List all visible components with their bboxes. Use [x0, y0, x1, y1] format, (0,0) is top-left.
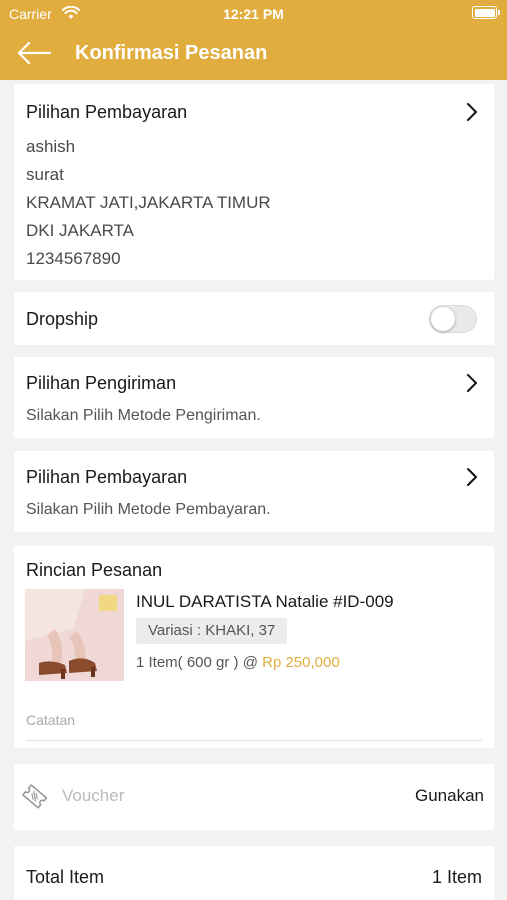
shipping-title: Pilihan Pengiriman [26, 373, 177, 393]
app-header: Carrier 12:21 PM Konfirmasi Pesanan [0, 0, 507, 80]
payment-title: Pilihan Pembayaran [26, 467, 188, 487]
shipping-subtitle: Silakan Pilih Metode Pengiriman. [26, 407, 261, 424]
status-time: 12:21 PM [223, 6, 284, 22]
product-name: INUL DARATISTA Natalie #ID-009 [136, 592, 394, 611]
page-title: Konfirmasi Pesanan [75, 42, 268, 64]
product-image [25, 589, 124, 681]
dropship-toggle[interactable] [429, 305, 477, 333]
status-bar: Carrier 12:21 PM [0, 5, 507, 23]
voucher-input[interactable]: Voucher [62, 786, 124, 806]
apply-voucher-button[interactable]: Gunakan [415, 786, 484, 806]
shoe-illustration [25, 589, 124, 681]
chevron-right-icon [467, 374, 477, 392]
address-phone: 1234567890 [26, 249, 121, 268]
order-detail-title: Rincian Pesanan [26, 560, 163, 580]
payment-subtitle: Silakan Pilih Metode Pembayaran. [26, 501, 271, 518]
total-item-value: 1 Item [431, 867, 482, 887]
note-input[interactable]: Catatan [26, 712, 75, 728]
voucher-card: Voucher Gunakan [14, 764, 494, 830]
quantity-text: 1 Item( 600 gr ) @ [136, 654, 258, 671]
product-variant-badge: Variasi : KHAKI, 37 [136, 618, 288, 644]
address-name: ashish [26, 137, 76, 156]
total-item-label: Total Item [26, 867, 105, 887]
product-price: Rp 250,000 [262, 654, 340, 671]
address-province: DKI JAKARTA [26, 221, 135, 240]
summary-card: Total Item 1 Item [14, 846, 494, 900]
toggle-knob [431, 307, 455, 331]
shipping-card[interactable]: Pilihan Pengiriman Silakan Pilih Metode … [14, 357, 494, 438]
chevron-right-icon [467, 468, 477, 486]
address-card-title: Pilihan Pembayaran [26, 102, 188, 122]
dropship-card: Dropship [14, 292, 494, 345]
address-card[interactable]: Pilihan Pembayaran ashish surat KRAMAT J… [14, 84, 494, 280]
note-underline [26, 740, 482, 741]
address-city: surat [26, 165, 64, 184]
payment-card[interactable]: Pilihan Pembayaran Silakan Pilih Metode … [14, 451, 494, 532]
chevron-right-icon [467, 103, 477, 121]
product-quantity: 1 Item( 600 gr ) @ Rp 250,000 [136, 654, 340, 671]
dropship-label: Dropship [26, 309, 99, 329]
voucher-icon [22, 784, 48, 809]
battery-icon [472, 6, 500, 19]
navigation-bar: Konfirmasi Pesanan [0, 36, 507, 70]
order-detail-card: Rincian Pesanan INUL DARATISTA Natalie #… [14, 546, 494, 748]
address-district: KRAMAT JATI,JAKARTA TIMUR [26, 193, 271, 212]
back-arrow-icon[interactable] [16, 40, 52, 66]
